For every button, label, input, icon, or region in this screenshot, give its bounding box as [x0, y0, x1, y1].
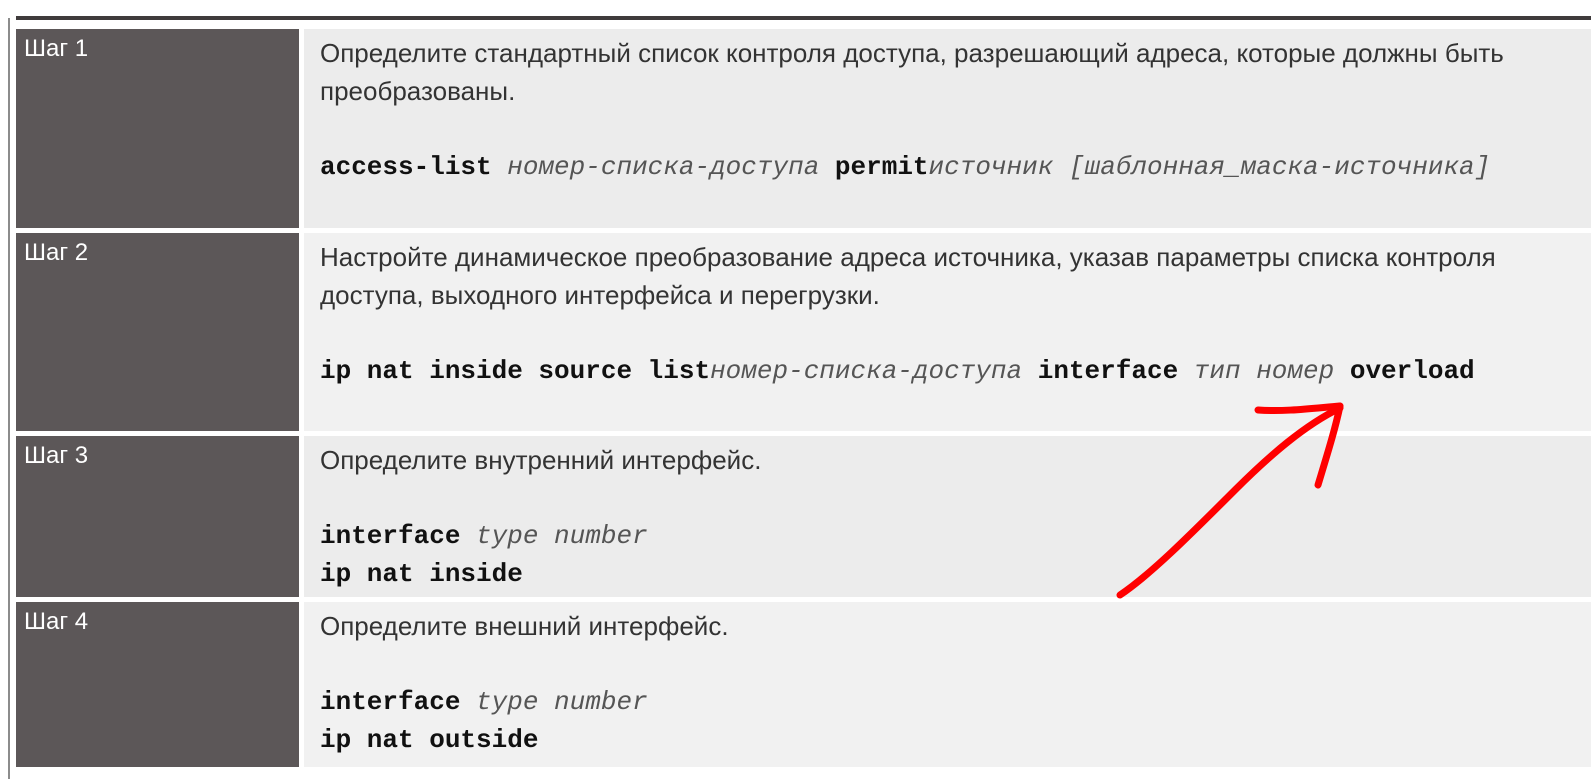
step-content: Определите внешний интерфейс. interface … [304, 602, 1591, 767]
table-row: Шаг 4 Определите внешний интерфейс. inte… [16, 602, 1591, 767]
command-keyword: interface [1037, 356, 1179, 386]
command-argument: type number [476, 687, 648, 717]
table-top-rule [16, 16, 1591, 20]
step-label: Шаг 4 [16, 602, 299, 767]
command-argument: тип номер [1193, 356, 1335, 386]
step-description: Определите внешний интерфейс. [320, 611, 729, 641]
step-content: Настройте динамическое преобразование ад… [304, 233, 1591, 431]
command-argument: [шаблонная_маска-источника] [1068, 152, 1491, 182]
command-keyword: interface [320, 521, 461, 551]
table-row: Шаг 2 Настройте динамическое преобразова… [16, 233, 1591, 431]
step-description: Настройте динамическое преобразование ад… [320, 242, 1496, 310]
command-keyword: permit [834, 152, 929, 182]
step-description: Определите внутренний интерфейс. [320, 445, 762, 475]
command-argument: номер-списка-доступа [507, 152, 820, 182]
table-row: Шаг 1 Определите стандартный список конт… [16, 29, 1591, 228]
steps-table: Шаг 1 Определите стандартный список конт… [16, 29, 1591, 772]
step-label: Шаг 3 [16, 436, 299, 597]
left-border [8, 18, 10, 779]
command-keyword: ip nat inside source list [320, 356, 711, 386]
command-keyword: ip nat inside [320, 559, 523, 589]
step-description: Определите стандартный список контроля д… [320, 38, 1504, 106]
command-syntax: interface type number ip nat inside [320, 517, 1561, 593]
command-keyword: interface [320, 687, 461, 717]
command-syntax: access-list номер-списка-доступа permitи… [320, 148, 1561, 186]
step-content: Определите внутренний интерфейс. interfa… [304, 436, 1591, 597]
command-keyword: ip nat outside [320, 725, 539, 755]
command-syntax: interface type number ip nat outside [320, 683, 1561, 759]
command-syntax: ip nat inside source listномер-списка-до… [320, 352, 1561, 390]
command-keyword: overload [1349, 356, 1475, 386]
command-argument: источник [928, 152, 1054, 182]
command-argument: type number [476, 521, 648, 551]
step-content: Определите стандартный список контроля д… [304, 29, 1591, 228]
command-argument: номер-списка-доступа [710, 356, 1023, 386]
step-label: Шаг 2 [16, 233, 299, 431]
step-label: Шаг 1 [16, 29, 299, 228]
table-row: Шаг 3 Определите внутренний интерфейс. i… [16, 436, 1591, 597]
command-keyword: access-list [320, 152, 492, 182]
